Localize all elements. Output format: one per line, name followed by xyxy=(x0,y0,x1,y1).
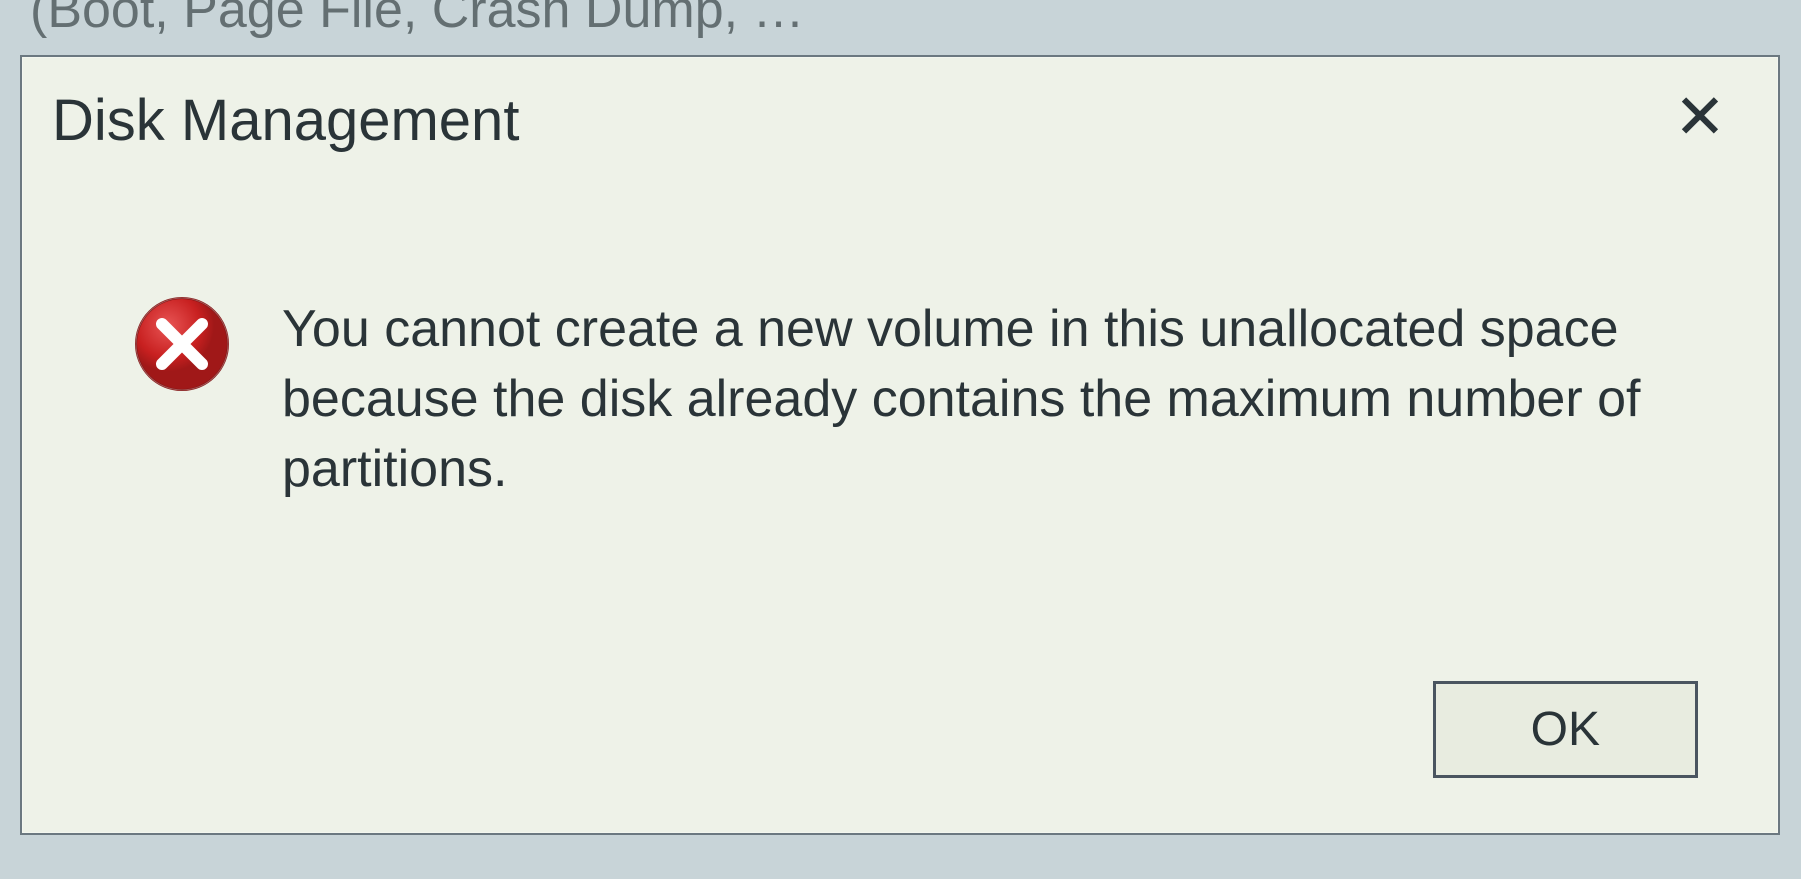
close-button[interactable]: ✕ xyxy=(1662,87,1738,149)
dialog-button-row: OK xyxy=(1433,681,1698,778)
error-icon xyxy=(132,294,232,394)
dialog-content: You cannot create a new volume in this u… xyxy=(22,174,1778,545)
error-message: You cannot create a new volume in this u… xyxy=(282,294,1682,505)
dialog-title: Disk Management xyxy=(52,87,519,154)
ok-button[interactable]: OK xyxy=(1433,681,1698,778)
dialog-titlebar: Disk Management ✕ xyxy=(22,57,1778,174)
background-partial-text: (Boot, Page File, Crash Dump, … xyxy=(30,0,805,40)
error-dialog: Disk Management ✕ You cannot create a ne… xyxy=(20,55,1780,835)
